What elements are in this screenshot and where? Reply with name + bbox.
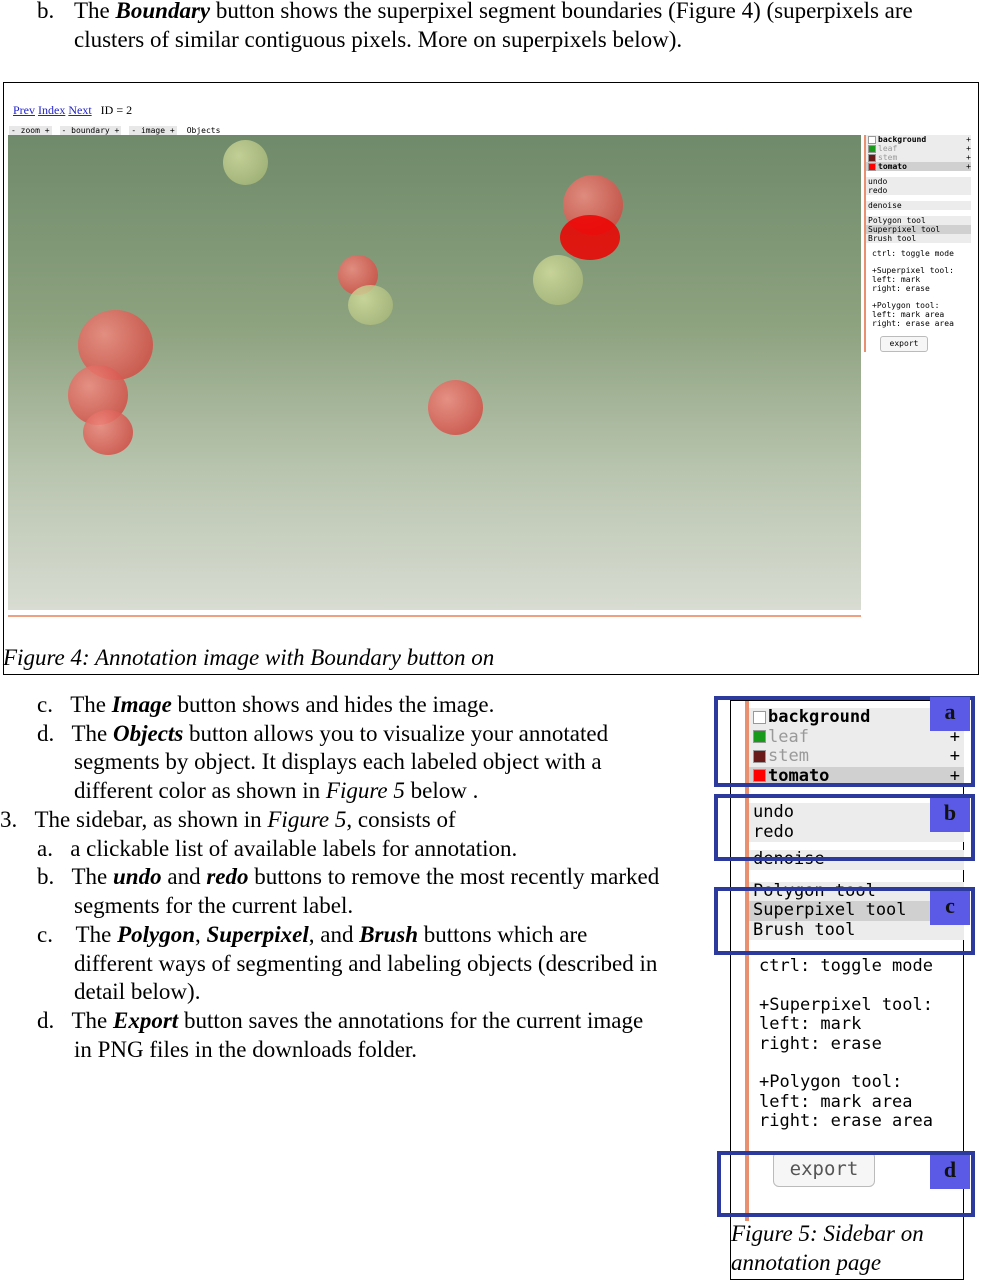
item-3a: a. a clickable list of available labels … bbox=[37, 836, 518, 861]
index-link[interactable]: Index bbox=[38, 103, 65, 117]
undo-button[interactable]: undo bbox=[866, 177, 971, 186]
toolbar: - zoom + - boundary + - image + Objects bbox=[9, 126, 230, 135]
item-d-line2: segments by object. It displays each lab… bbox=[74, 749, 602, 774]
sidebar-small: background + leaf + stem + tomato + undo redo… bbox=[864, 135, 971, 352]
item-d: d. The Objects button allows you to visu… bbox=[37, 721, 609, 746]
image-control[interactable]: - image + bbox=[129, 126, 177, 135]
item-3b-line2: segments for the current label. bbox=[74, 893, 354, 918]
help-text: ctrl: toggle mode bbox=[759, 956, 933, 976]
intro-text: The Boundary button shows the superpixel… bbox=[74, 0, 913, 23]
callout-label-d: d bbox=[930, 1155, 970, 1189]
callout-label-a: a bbox=[930, 697, 970, 731]
annotation-image[interactable] bbox=[8, 135, 861, 610]
figure-5-caption: Figure 5: Sidebar on annotation page bbox=[731, 1221, 924, 1275]
item-c: c. The Image button shows and hides the … bbox=[37, 692, 495, 717]
item-3c: c. The Polygon, Superpixel, and Brush bu… bbox=[37, 922, 588, 947]
callout-label-c: c bbox=[930, 891, 970, 925]
image-bottom-border bbox=[8, 615, 861, 617]
objects-button[interactable]: Objects bbox=[185, 126, 223, 135]
intro-marker: b. bbox=[37, 0, 55, 23]
item-3: 3. The sidebar, as shown in Figure 5, co… bbox=[0, 807, 456, 832]
label-tomato[interactable]: tomato + bbox=[866, 162, 971, 171]
item-3d-line2: in PNG files in the downloads folder. bbox=[74, 1037, 418, 1062]
label-leaf[interactable]: leaf + bbox=[866, 144, 971, 153]
export-button[interactable]: export bbox=[880, 336, 928, 352]
prev-link[interactable]: Prev bbox=[13, 103, 35, 117]
brush-tool-button[interactable]: Brush tool bbox=[866, 234, 971, 243]
zoom-control[interactable]: - zoom + bbox=[9, 126, 52, 135]
next-link[interactable]: Next bbox=[68, 103, 91, 117]
item-3b: b. The undo and redo buttons to remove t… bbox=[37, 864, 660, 889]
image-id: ID = 2 bbox=[100, 103, 133, 117]
item-3c-line2: different ways of segmenting and labelin… bbox=[74, 951, 658, 976]
denoise-button[interactable]: denoise bbox=[866, 201, 971, 210]
intro-text-2: clusters of similar contiguous pixels. M… bbox=[74, 27, 683, 52]
figure-4-caption: Figure 4: Annotation image with Boundary… bbox=[3, 645, 495, 670]
figure-4: Prev Index Next ID = 2 - zoom + - boundary … bbox=[3, 82, 979, 675]
polygon-tool-button[interactable]: Polygon tool bbox=[866, 216, 971, 225]
label-stem[interactable]: stem + bbox=[866, 153, 971, 162]
item-3c-line3: detail below). bbox=[74, 979, 201, 1004]
item-d-line3: different color as shown in Figure 5 bel… bbox=[74, 778, 479, 803]
callout-label-b: b bbox=[930, 798, 970, 832]
label-background[interactable]: background+ bbox=[866, 135, 971, 144]
redo-button[interactable]: redo bbox=[866, 186, 971, 195]
superpixel-tool-button[interactable]: Superpixel tool bbox=[866, 225, 971, 234]
item-3d: d. The Export button saves the annotatio… bbox=[37, 1008, 644, 1033]
image-nav: Prev Index Next ID = 2 bbox=[13, 103, 132, 118]
boundary-control[interactable]: - boundary + bbox=[59, 126, 122, 135]
help-text: ctrl: toggle mode bbox=[872, 249, 954, 258]
